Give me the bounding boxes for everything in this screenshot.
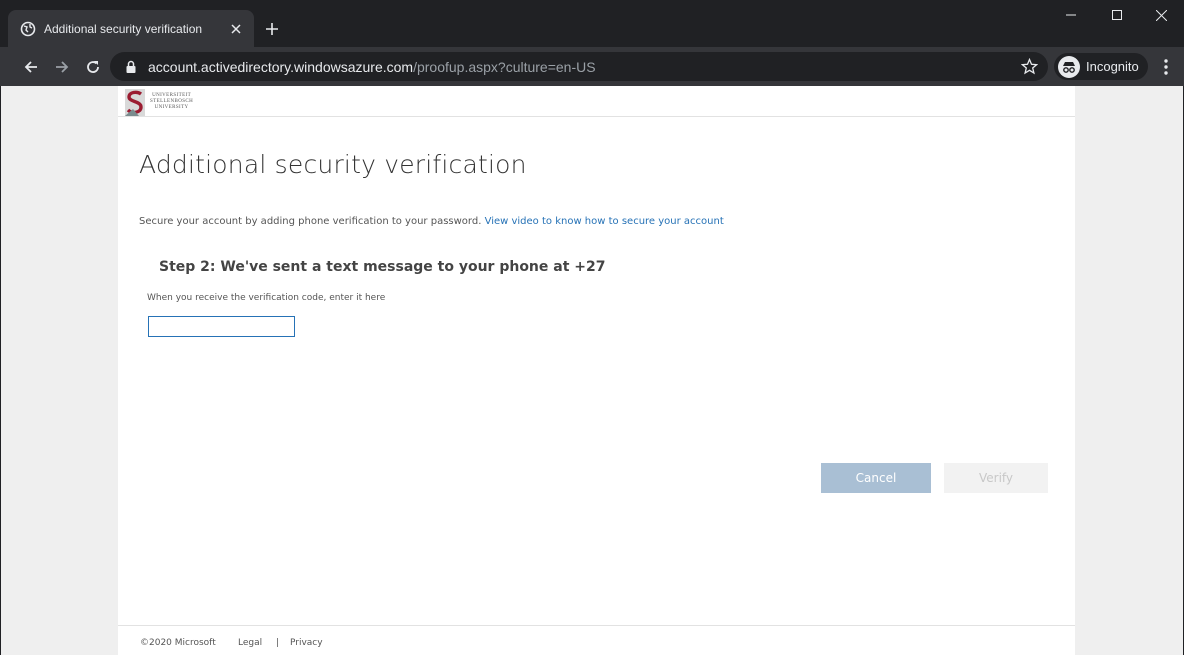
incognito-label: Incognito [1086, 59, 1139, 74]
tab-title: Additional security verification [44, 21, 203, 36]
code-hint: When you receive the verification code, … [147, 293, 386, 303]
step-heading: Step 2: We've sent a text message to you… [159, 259, 606, 275]
browser-toolbar: account.activedirectory.windowsazure.com… [0, 47, 1184, 86]
video-link[interactable]: View video to know how to secure your ac… [485, 216, 724, 227]
maximize-icon[interactable] [1094, 0, 1140, 30]
globe-icon [20, 21, 36, 37]
close-window-icon[interactable] [1138, 0, 1184, 30]
verification-code-input[interactable] [148, 316, 295, 337]
new-tab-icon[interactable] [262, 19, 282, 39]
back-arrow-icon[interactable] [18, 54, 44, 80]
address-bar[interactable]: account.activedirectory.windowsazure.com… [110, 52, 1048, 81]
footer-separator: | [276, 638, 280, 648]
legal-link[interactable]: Legal [238, 638, 262, 648]
browser-tab[interactable]: Additional security verification [8, 10, 254, 47]
intro-text: Secure your account by adding phone veri… [139, 216, 482, 227]
incognito-icon [1058, 55, 1080, 78]
page-footer: ©2020 Microsoft Legal | Privacy [118, 625, 1075, 655]
intro-paragraph: Secure your account by adding phone veri… [139, 216, 724, 227]
page-content: UNIVERSITEIT STELLENBOSCH UNIVERSITY Add… [118, 86, 1075, 655]
url-host: account.activedirectory.windowsazure.com [148, 58, 414, 75]
university-crest-icon [125, 88, 145, 116]
bookmark-star-icon[interactable] [1021, 58, 1038, 75]
lock-icon[interactable] [124, 60, 138, 74]
minimize-icon[interactable] [1048, 0, 1094, 30]
incognito-badge[interactable]: Incognito [1054, 53, 1148, 80]
page-header: UNIVERSITEIT STELLENBOSCH UNIVERSITY [118, 86, 1075, 117]
page-viewport: UNIVERSITEIT STELLENBOSCH UNIVERSITY Add… [1, 86, 1183, 655]
university-logo: UNIVERSITEIT STELLENBOSCH UNIVERSITY [125, 88, 193, 116]
logo-line: UNIVERSITY [154, 105, 189, 110]
cancel-button[interactable]: Cancel [821, 463, 931, 493]
forward-arrow-icon[interactable] [49, 54, 75, 80]
privacy-link[interactable]: Privacy [290, 638, 323, 648]
close-tab-icon[interactable] [228, 21, 244, 37]
verify-button[interactable]: Verify [944, 463, 1048, 493]
browser-tabstrip: Additional security verification [0, 0, 1184, 47]
browser-menu-icon[interactable] [1156, 56, 1176, 78]
copyright-text: ©2020 Microsoft [140, 638, 216, 648]
reload-icon[interactable] [80, 54, 106, 80]
page-title: Additional security verification [139, 150, 527, 179]
url-path: /proofup.aspx?culture=en-US [413, 58, 596, 75]
